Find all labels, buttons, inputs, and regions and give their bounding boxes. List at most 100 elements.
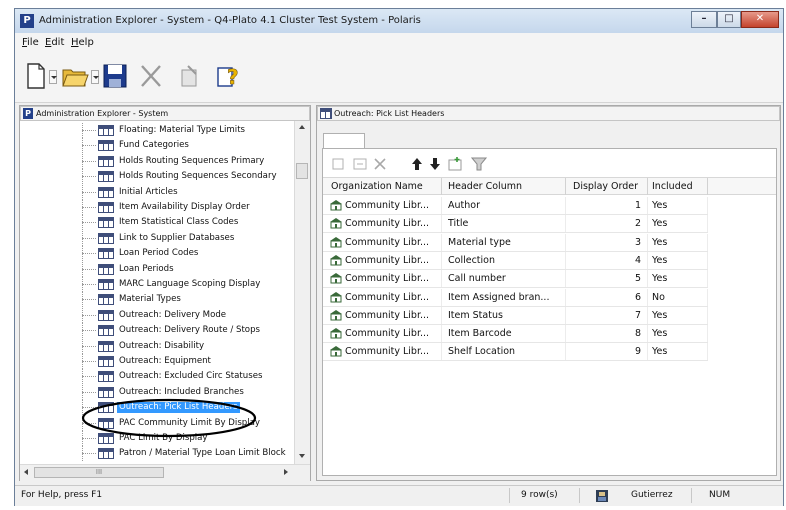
library-building-icon bbox=[330, 200, 342, 211]
status-bar: For Help, press F1 9 row(s) Gutierrez NU… bbox=[15, 485, 783, 506]
table-icon bbox=[98, 371, 114, 383]
column-header-included[interactable]: Included bbox=[652, 179, 693, 194]
grid-panel: Organization Name Header Column Display … bbox=[322, 148, 777, 476]
table-row[interactable]: Community Libr... Title 2 Yes bbox=[323, 215, 776, 234]
tree-item[interactable]: Loan Periods bbox=[20, 261, 294, 277]
column-divider[interactable] bbox=[441, 178, 442, 195]
table-row[interactable]: Community Libr... Item Status 7 Yes bbox=[323, 306, 776, 325]
open-folder-icon[interactable] bbox=[61, 62, 89, 90]
menu-help[interactable]: Help bbox=[71, 37, 94, 48]
column-header-organization-name[interactable]: Organization Name bbox=[331, 179, 423, 194]
cell-divider bbox=[647, 197, 648, 215]
tree-item[interactable]: Link to Supplier Databases bbox=[20, 230, 294, 246]
tree-horizontal-scroll-thumb[interactable]: III bbox=[34, 467, 164, 478]
table-icon bbox=[98, 325, 114, 337]
open-dropdown-arrow-icon[interactable] bbox=[91, 70, 99, 84]
delete-icon[interactable] bbox=[139, 62, 163, 90]
grid-body: Community Libr... Author 1 Yes Community Lib… bbox=[323, 195, 776, 475]
tree-item[interactable]: Item Statistical Class Codes bbox=[20, 215, 294, 231]
tree-item[interactable]: MARC Language Scoping Display bbox=[20, 277, 294, 292]
filter-icon[interactable] bbox=[471, 156, 487, 172]
table-row[interactable]: Community Libr... Author 1 Yes bbox=[323, 197, 776, 215]
cell-organization-name: Community Libr... bbox=[345, 346, 430, 358]
new-row-icon[interactable] bbox=[331, 157, 345, 171]
tree-item[interactable]: Outreach: Equipment bbox=[20, 354, 294, 369]
cell-header-column: Item Status bbox=[448, 309, 503, 321]
move-up-icon[interactable] bbox=[411, 157, 423, 171]
menu-file[interactable]: File bbox=[22, 37, 39, 48]
tree-item-label: Fund Categories bbox=[119, 140, 189, 151]
tree-item[interactable]: Holds Routing Sequences Secondary bbox=[20, 169, 294, 185]
tree-item[interactable]: Material Types bbox=[20, 292, 294, 308]
scroll-up-arrow-icon[interactable] bbox=[299, 125, 305, 129]
tree-item[interactable]: Outreach: Excluded Circ Statuses bbox=[20, 369, 294, 385]
cell-divider bbox=[647, 306, 648, 325]
tree-item[interactable]: Fund Categories bbox=[20, 138, 294, 154]
table-row[interactable]: Community Libr... Collection 4 Yes bbox=[323, 251, 776, 270]
tree-horizontal-scrollbar[interactable]: III bbox=[20, 464, 310, 481]
cell-included: Yes bbox=[652, 200, 668, 211]
tree-guide-line bbox=[82, 376, 96, 378]
scroll-left-arrow-icon[interactable] bbox=[24, 469, 28, 475]
help-icon[interactable]: ? bbox=[215, 62, 241, 90]
tree-guide-line bbox=[82, 361, 96, 363]
tree-item[interactable]: Outreach: Delivery Route / Stops bbox=[20, 323, 294, 339]
scroll-right-arrow-icon[interactable] bbox=[284, 469, 288, 475]
table-icon bbox=[98, 248, 114, 260]
detail-tab[interactable] bbox=[323, 133, 365, 149]
table-row[interactable]: Community Libr... Item Barcode 8 Yes bbox=[323, 325, 776, 344]
title-bar[interactable]: P Administration Explorer - System - Q4-… bbox=[15, 9, 783, 34]
cell-divider bbox=[647, 325, 648, 344]
tree-vertical-scrollbar[interactable] bbox=[294, 121, 310, 464]
cell-divider bbox=[441, 215, 442, 234]
new-document-icon[interactable] bbox=[25, 62, 47, 90]
cell-display-order: 9 bbox=[634, 346, 641, 358]
tree-item[interactable]: Floating: Material Type Limits bbox=[20, 123, 294, 138]
cell-divider bbox=[441, 343, 442, 362]
table-icon bbox=[98, 171, 114, 183]
table-row[interactable]: Community Libr... Shelf Location 9 Yes bbox=[323, 343, 776, 362]
menu-bar: File Edit Help bbox=[15, 33, 783, 52]
column-divider[interactable] bbox=[565, 178, 566, 195]
tree-item[interactable]: Patron / Material Type Loan Limit Block bbox=[20, 446, 294, 462]
table-row[interactable]: Community Libr... Call number 5 Yes bbox=[323, 270, 776, 289]
main-toolbar: ? bbox=[15, 52, 783, 103]
scroll-down-arrow-icon[interactable] bbox=[299, 454, 305, 458]
insert-icon[interactable] bbox=[447, 156, 463, 172]
library-building-icon bbox=[330, 254, 342, 266]
cell-divider bbox=[707, 288, 708, 307]
cell-organization-name: Community Libr... bbox=[345, 254, 430, 266]
library-building-icon bbox=[330, 346, 342, 357]
tree-vertical-scroll-thumb[interactable] bbox=[296, 163, 308, 179]
menu-edit[interactable]: Edit bbox=[45, 37, 64, 48]
tree-item[interactable]: Item Availability Display Order bbox=[20, 200, 294, 215]
table-row[interactable]: Community Libr... Material type 3 Yes bbox=[323, 233, 776, 252]
new-dropdown-arrow-icon[interactable] bbox=[49, 70, 57, 84]
tree-item[interactable]: Holds Routing Sequences Primary bbox=[20, 153, 294, 169]
delete-row-icon[interactable] bbox=[373, 157, 387, 171]
tree-item[interactable]: Loan Period Codes bbox=[20, 246, 294, 262]
window-title: Administration Explorer - System - Q4-Pl… bbox=[39, 15, 421, 26]
properties-icon[interactable] bbox=[177, 62, 201, 90]
svg-text:?: ? bbox=[227, 65, 239, 89]
close-button[interactable]: ✕ bbox=[741, 11, 779, 28]
tree-item[interactable]: Outreach: Delivery Mode bbox=[20, 307, 294, 323]
cell-divider bbox=[565, 233, 566, 252]
save-icon[interactable] bbox=[103, 62, 127, 90]
table-row[interactable]: Community Libr... Item Assigned bran... 6 N… bbox=[323, 288, 776, 307]
minimize-button[interactable]: – bbox=[691, 11, 717, 28]
column-divider[interactable] bbox=[707, 178, 708, 195]
edit-row-icon[interactable] bbox=[353, 157, 367, 171]
tree-item[interactable]: Initial Articles bbox=[20, 184, 294, 200]
app-icon: P bbox=[20, 14, 34, 28]
move-down-icon[interactable] bbox=[429, 157, 441, 171]
column-header-header-column[interactable]: Header Column bbox=[448, 179, 522, 194]
cell-divider bbox=[565, 270, 566, 289]
column-divider[interactable] bbox=[647, 178, 648, 195]
cell-header-column: Collection bbox=[448, 254, 495, 266]
table-icon bbox=[98, 140, 114, 152]
column-header-display-order[interactable]: Display Order bbox=[573, 179, 638, 194]
maximize-button[interactable]: □ bbox=[717, 11, 741, 28]
table-icon bbox=[98, 217, 114, 229]
tree-item[interactable]: Outreach: Disability bbox=[20, 338, 294, 354]
